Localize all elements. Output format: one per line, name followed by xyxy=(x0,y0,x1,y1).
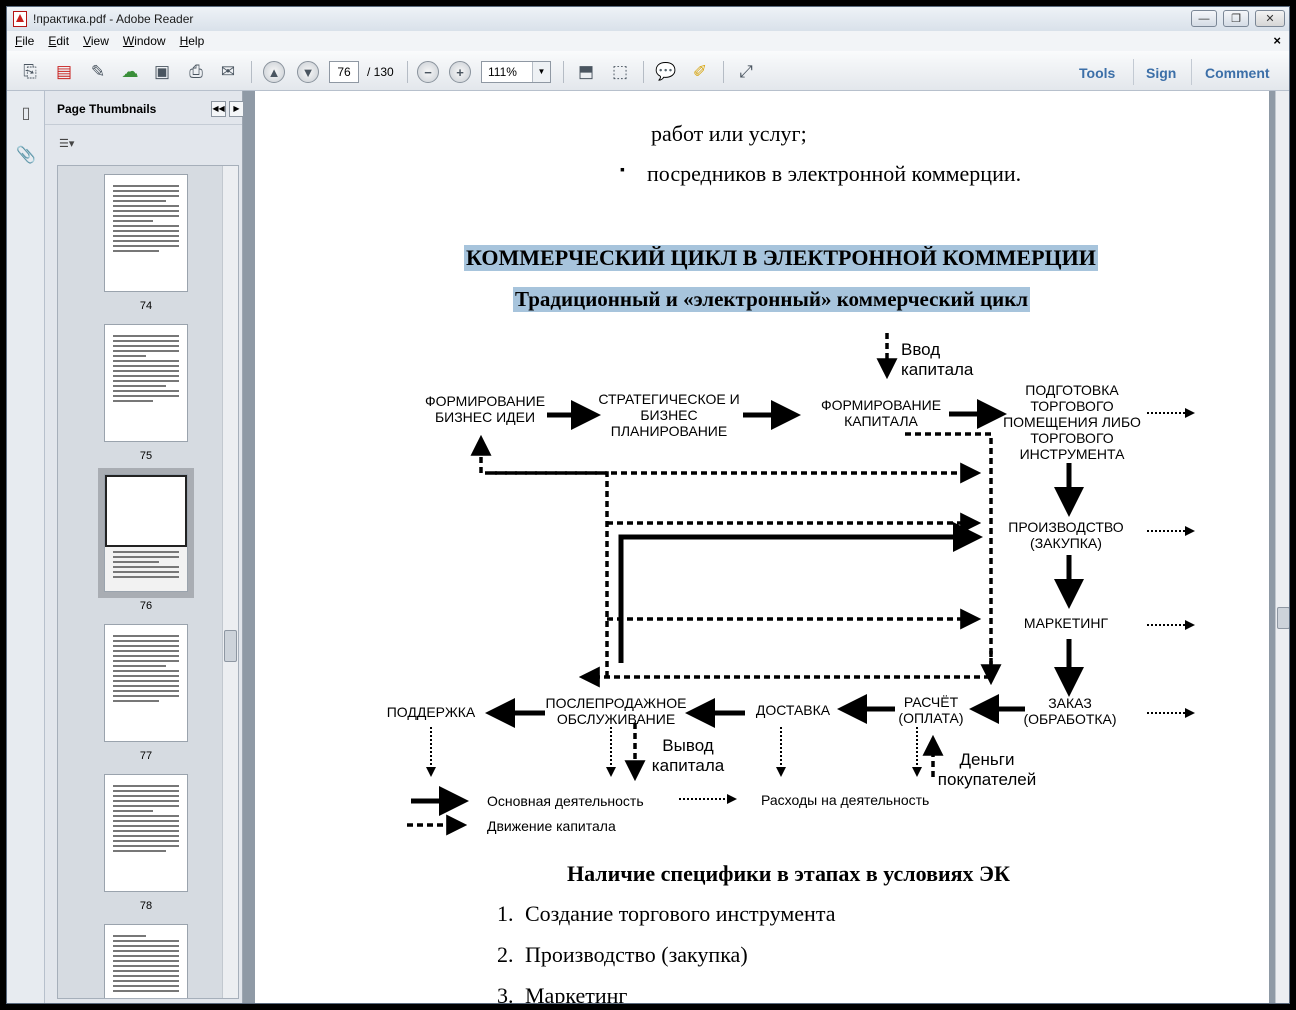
menu-help[interactable]: Help xyxy=(180,34,205,48)
toolbar-separator xyxy=(407,61,408,83)
full-screen-icon[interactable]: ⤢ xyxy=(733,59,759,85)
adobe-reader-window: !практика.pdf - Adobe Reader — ❐ ✕ File … xyxy=(6,6,1290,1004)
sign-button[interactable]: Sign xyxy=(1146,65,1176,81)
section-title: Наличие специфики в этапах в условиях ЭК xyxy=(567,861,1010,886)
page-total: / 130 xyxy=(367,65,394,79)
node-business-idea: ФОРМИРОВАНИЕ БИЗНЕС ИДЕИ xyxy=(424,393,546,425)
current-view-frame xyxy=(105,475,187,547)
pdf-file-icon xyxy=(13,11,27,27)
minimize-button[interactable]: — xyxy=(1191,10,1217,27)
menu-bar: File Edit View Window Help × xyxy=(7,31,1289,51)
title-bar: !практика.pdf - Adobe Reader — ❐ ✕ xyxy=(7,7,1289,31)
zoom-in-icon[interactable]: + xyxy=(449,61,471,83)
toolbar-separator xyxy=(723,61,724,83)
toolbar-separator xyxy=(643,61,644,83)
thumbnails-panel: Page Thumbnails ◀◀ ▶ ☰▾ 74 75 76 77 78 xyxy=(45,91,244,1003)
node-marketing: МАРКЕТИНГ xyxy=(1023,615,1109,631)
node-after-sales: ПОСЛЕПРОДАЖНОЕ ОБСЛУЖИВАНИЕ xyxy=(545,695,687,727)
list-item: Создание торгового инструмента xyxy=(525,901,836,926)
zoom-value: 111% xyxy=(488,65,517,79)
legend-capital-flow: Движение капитала xyxy=(487,818,616,834)
toolbar-separator xyxy=(1191,59,1192,85)
toolbar: ⎘ ▤ ✎ ☁ ▣ ⎙ ✉ ▲ ▼ 76 / 130 − + 111% ▼ ⬒ … xyxy=(7,51,1289,91)
node-strategic-planning: СТРАТЕГИЧЕСКОЕ И БИЗНЕС ПЛАНИРОВАНИЕ xyxy=(598,391,740,439)
thumbnail-list: 74 75 76 77 78 xyxy=(57,165,239,999)
chevron-down-icon[interactable]: ▼ xyxy=(532,62,550,82)
open-file-icon[interactable]: ⎘ xyxy=(17,59,43,85)
menu-view[interactable]: View xyxy=(83,34,109,48)
pdf-page: работ или услуг; ▪ посредников в электро… xyxy=(255,91,1269,1004)
node-preparation: ПОДГОТОВКА ТОРГОВОГО ПОМЕЩЕНИЯ ЛИБО ТОРГОВО… xyxy=(1003,382,1141,462)
thumbnail-page-number: 77 xyxy=(139,750,153,762)
node-delivery: ДОСТАВКА xyxy=(755,702,831,718)
collapse-panel-icon[interactable]: ◀◀ xyxy=(211,101,226,117)
create-pdf-icon[interactable]: ▤ xyxy=(51,59,77,85)
page-number-input[interactable]: 76 xyxy=(329,61,359,83)
legend-main-activity: Основная деятельность xyxy=(487,793,644,809)
legend-expenses: Расходы на деятельность xyxy=(761,792,930,808)
list-item: Маркетинг xyxy=(525,983,628,1004)
close-document-icon[interactable]: × xyxy=(1273,33,1281,48)
tools-button[interactable]: Tools xyxy=(1079,65,1115,81)
print-icon[interactable]: ⎙ xyxy=(183,59,209,85)
previous-page-icon[interactable]: ▲ xyxy=(263,61,285,83)
upload-cloud-icon[interactable]: ☁ xyxy=(117,59,143,85)
thumbnail-scroll-thumb[interactable] xyxy=(224,630,237,662)
toolbar-separator xyxy=(563,61,564,83)
comment-button[interactable]: Comment xyxy=(1205,65,1270,81)
maximize-button[interactable]: ❐ xyxy=(1223,10,1249,27)
thumbnail-page[interactable] xyxy=(104,324,188,442)
list-item-number: 3. xyxy=(497,983,514,1004)
thumbnail-page[interactable] xyxy=(104,624,188,742)
attachments-paperclip-icon[interactable]: 📎 xyxy=(15,143,37,167)
menu-edit[interactable]: Edit xyxy=(48,34,69,48)
sticky-note-icon[interactable]: 💬 xyxy=(653,59,679,85)
menu-file[interactable]: File xyxy=(15,34,34,48)
thumbnails-header: Page Thumbnails ◀◀ ▶ xyxy=(45,91,244,125)
thumbnail-scrollbar[interactable] xyxy=(222,166,238,998)
node-support: ПОДДЕРЖКА xyxy=(386,704,476,720)
thumbnail-page[interactable] xyxy=(104,774,188,892)
thumbnail-page[interactable] xyxy=(104,924,188,998)
thumbnail-page-number: 75 xyxy=(139,450,153,462)
thumbnail-page-number: 76 xyxy=(139,600,153,612)
fit-page-icon[interactable]: ⬒ xyxy=(573,59,599,85)
toolbar-separator xyxy=(1133,59,1134,85)
menu-window[interactable]: Window xyxy=(123,34,166,48)
fit-width-icon[interactable]: ⬚ xyxy=(607,59,633,85)
window-title: !практика.pdf - Adobe Reader xyxy=(33,12,194,26)
document-scrollbar[interactable] xyxy=(1275,91,1289,1003)
page-thumbnails-icon[interactable]: ▯ xyxy=(15,101,37,125)
thumbnail-page-number: 78 xyxy=(139,900,153,912)
list-item-number: 1. xyxy=(497,901,514,926)
thumbnail-page[interactable] xyxy=(104,174,188,292)
thumbnail-page-number: 74 xyxy=(139,300,153,312)
close-button[interactable]: ✕ xyxy=(1255,10,1285,27)
list-item-number: 2. xyxy=(497,942,514,967)
zoom-out-icon[interactable]: − xyxy=(417,61,439,83)
navigation-pane-strip: ▯ 📎 xyxy=(7,91,45,1003)
thumbnails-title: Page Thumbnails xyxy=(57,102,157,116)
node-production: ПРОИЗВОДСТВО (ЗАКУПКА) xyxy=(1008,519,1124,551)
document-scroll-thumb[interactable] xyxy=(1277,607,1289,629)
thumbnail-page-selected[interactable] xyxy=(98,468,194,598)
save-icon[interactable]: ▣ xyxy=(149,59,175,85)
node-order: ЗАКАЗ (ОБРАБОТКА) xyxy=(1023,695,1117,727)
panel-next-icon[interactable]: ▶ xyxy=(229,101,244,117)
document-view: работ или услуг; ▪ посредников в электро… xyxy=(243,91,1289,1004)
node-payment: РАСЧЁТ (ОПЛАТА) xyxy=(898,694,964,726)
customer-money-label: Деньги покупателей xyxy=(937,750,1037,789)
next-page-icon[interactable]: ▼ xyxy=(297,61,319,83)
capital-input-label: Ввод капитала xyxy=(901,340,974,379)
highlight-text-icon[interactable]: ✐ xyxy=(687,59,713,85)
node-capital-formation: ФОРМИРОВАНИЕ КАПИТАЛА xyxy=(820,397,942,429)
thumbnail-options-icon[interactable]: ☰▾ xyxy=(59,137,89,155)
toolbar-separator xyxy=(251,61,252,83)
edit-document-icon[interactable]: ✎ xyxy=(85,59,111,85)
capital-output-label: Вывод капитала xyxy=(651,736,725,775)
email-icon[interactable]: ✉ xyxy=(215,59,241,85)
zoom-select[interactable]: 111% ▼ xyxy=(481,61,551,83)
list-item: Производство (закупка) xyxy=(525,942,748,967)
